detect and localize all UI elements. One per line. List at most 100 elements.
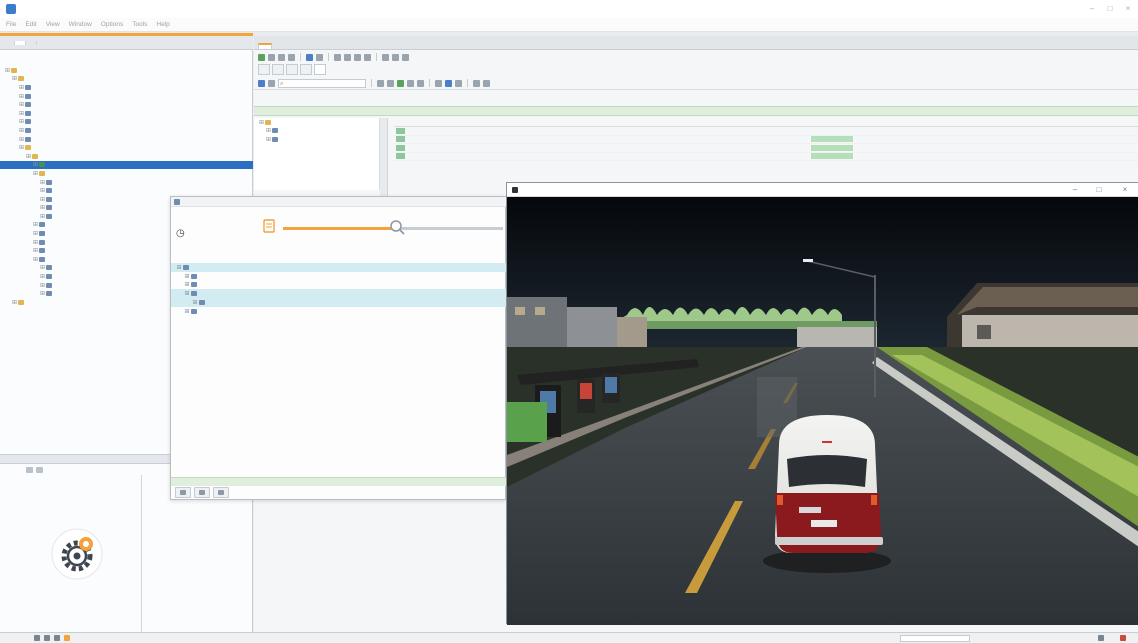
menu-help[interactable]: Help [156, 21, 169, 28]
toolbar2-icon-10[interactable] [483, 79, 490, 87]
run-icon[interactable] [258, 53, 265, 61]
editor-tab[interactable] [258, 43, 272, 49]
details-button[interactable] [213, 487, 229, 498]
simulation-viewport[interactable] [507, 197, 1138, 625]
toolbar-icon-3[interactable] [278, 53, 285, 61]
expand-toggle-icon[interactable]: ⊞ [183, 273, 191, 280]
menu-options[interactable]: Options [101, 21, 123, 28]
expand-toggle-icon[interactable]: ⊞ [265, 136, 272, 143]
tree-item[interactable]: ⊞ [0, 169, 253, 178]
executed-step[interactable]: ⊞ [171, 289, 507, 299]
expand-toggle-icon[interactable]: ⊞ [39, 204, 46, 211]
sim-maximize-icon[interactable]: □ [1093, 185, 1105, 195]
tree-item[interactable]: ⊞ [0, 135, 253, 144]
menu-view[interactable]: View [46, 21, 60, 28]
subtab-1[interactable] [258, 64, 270, 75]
expand-toggle-icon[interactable]: ⊞ [191, 299, 199, 306]
table-row[interactable] [394, 136, 1138, 144]
menu-tools[interactable]: Tools [132, 21, 147, 28]
expand-toggle-icon[interactable]: ⊞ [39, 187, 46, 194]
expand-toggle-icon[interactable]: ⊞ [18, 110, 25, 117]
status-icon-4[interactable] [64, 635, 70, 641]
settings-icon[interactable] [268, 79, 275, 87]
expand-toggle-icon[interactable]: ⊞ [32, 221, 39, 228]
toolbar2-icon-6[interactable] [435, 79, 442, 87]
tree-item[interactable]: ⊞ [0, 152, 253, 161]
toolbar-icon-2[interactable] [268, 53, 275, 61]
expand-toggle-icon[interactable]: ⊞ [183, 281, 191, 288]
tree-item[interactable]: ⊞ [0, 75, 253, 84]
tree-item[interactable]: ⊞ [0, 109, 253, 118]
expand-toggle-icon[interactable]: ⊞ [183, 290, 191, 297]
subtab-2[interactable] [272, 64, 284, 75]
navigator-divider[interactable] [141, 475, 142, 633]
tree-item[interactable]: ⊞ [0, 126, 253, 135]
menu-file[interactable]: File [6, 21, 16, 28]
sim-minimize-icon[interactable]: – [1069, 185, 1081, 195]
expand-toggle-icon[interactable]: ⊞ [258, 119, 265, 126]
expand-toggle-icon[interactable]: ⊞ [265, 127, 272, 134]
expand-toggle-icon[interactable]: ⊞ [4, 67, 11, 74]
expand-toggle-icon[interactable]: ⊞ [39, 179, 46, 186]
toolbar-icon-8[interactable] [344, 53, 351, 61]
toolbar2-icon-3[interactable] [397, 79, 404, 87]
expand-toggle-icon[interactable]: ⊞ [175, 264, 183, 271]
nav-button-2[interactable] [36, 466, 43, 473]
expand-toggle-icon[interactable]: ⊞ [32, 239, 39, 246]
toolbar-icon-13[interactable] [402, 53, 409, 61]
expand-toggle-icon[interactable]: ⊞ [25, 153, 32, 160]
toolbar2-icon-7[interactable] [445, 79, 452, 87]
tree-item[interactable]: ⊞ [0, 100, 253, 109]
tab-explorer-2[interactable] [15, 40, 26, 45]
expand-toggle-icon[interactable]: ⊞ [18, 144, 25, 151]
tab-explorer-1[interactable] [4, 40, 15, 45]
menu-window[interactable]: Window [69, 21, 92, 28]
tree-item[interactable]: ⊞ [0, 83, 253, 92]
status-search-input[interactable] [900, 635, 970, 642]
status-icon-6[interactable] [1120, 635, 1126, 641]
toolbar2-icon-5[interactable] [417, 79, 424, 87]
maximize-icon[interactable]: □ [1104, 4, 1116, 14]
expand-toggle-icon[interactable]: ⊞ [39, 196, 46, 203]
expand-toggle-icon[interactable]: ⊞ [18, 84, 25, 91]
subtab-5[interactable] [314, 64, 326, 75]
tree-item[interactable]: ⊞ [0, 143, 253, 152]
tree-item-selected[interactable]: ⊞ [0, 160, 253, 170]
filter-icon[interactable] [258, 79, 265, 87]
toolbar2-icon-9[interactable] [473, 79, 480, 87]
stop-button[interactable] [194, 487, 210, 498]
expand-toggle-icon[interactable]: ⊞ [32, 256, 39, 263]
table-row[interactable] [394, 144, 1138, 153]
expand-toggle-icon[interactable]: ⊞ [11, 299, 18, 306]
pause-button[interactable] [175, 487, 191, 498]
subtab-4[interactable] [300, 64, 312, 75]
executed-step[interactable]: ⊞ [171, 298, 507, 307]
toolbar-icon-4[interactable] [288, 53, 295, 61]
sim-close-icon[interactable]: × [1119, 185, 1131, 195]
tab-explorer-3[interactable] [26, 40, 37, 45]
expand-toggle-icon[interactable]: ⊞ [18, 136, 25, 143]
expand-toggle-icon[interactable]: ⊞ [32, 247, 39, 254]
tree-item[interactable]: ⊞ [0, 178, 253, 187]
expand-toggle-icon[interactable]: ⊞ [39, 213, 46, 220]
toolbar2-icon-1[interactable] [377, 79, 384, 87]
executed-step[interactable]: ⊞ [171, 307, 507, 316]
expand-toggle-icon[interactable]: ⊞ [18, 118, 25, 125]
expand-toggle-icon[interactable]: ⊞ [32, 170, 39, 177]
expand-toggle-icon[interactable]: ⊞ [32, 230, 39, 237]
expand-toggle-icon[interactable]: ⊞ [18, 127, 25, 134]
toolbar-icon-10[interactable] [364, 53, 371, 61]
toolbar-icon-6[interactable] [316, 53, 323, 61]
toolbar-icon-12[interactable] [392, 53, 399, 61]
expand-toggle-icon[interactable]: ⊞ [39, 264, 46, 271]
executed-step[interactable]: ⊞ [171, 272, 507, 281]
status-icon-3[interactable] [54, 635, 60, 641]
table-row[interactable] [394, 153, 1138, 161]
toolbar2-icon-8[interactable] [455, 79, 462, 87]
tree-item[interactable]: ⊞ [254, 135, 379, 144]
expand-toggle-icon[interactable]: ⊞ [18, 93, 25, 100]
tree-item[interactable]: ⊞ [0, 92, 253, 101]
executed-step[interactable]: ⊞ [171, 263, 507, 272]
toolbar-icon-7[interactable] [334, 53, 341, 61]
expand-toggle-icon[interactable]: ⊞ [18, 101, 25, 108]
